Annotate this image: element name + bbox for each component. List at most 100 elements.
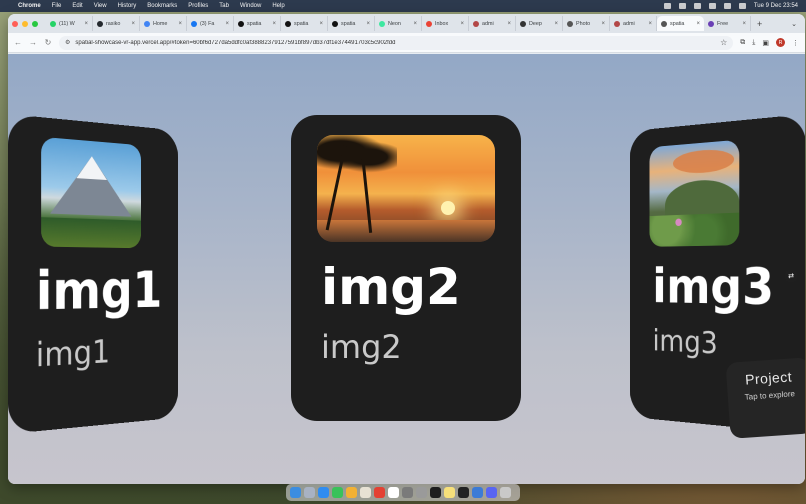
- menu-bookmarks[interactable]: Bookmarks: [147, 3, 177, 9]
- dock-safari-icon[interactable]: [318, 487, 329, 498]
- tab-strip: (11) W × rasiko × Home × (3) Fa × spatia × spatia ×…: [8, 14, 805, 33]
- tab-close-icon[interactable]: ×: [366, 21, 370, 27]
- gallery-card-img2[interactable]: img2 img2: [291, 115, 521, 421]
- browser-tab[interactable]: admi ×: [610, 16, 657, 31]
- browser-tab[interactable]: spatia ×: [657, 16, 704, 31]
- dock-trash-icon[interactable]: [500, 487, 511, 498]
- volume-icon[interactable]: [678, 3, 686, 9]
- browser-tab[interactable]: rasiko ×: [93, 16, 140, 31]
- dock-launchpad-icon[interactable]: [304, 487, 315, 498]
- menu-help[interactable]: Help: [272, 3, 284, 9]
- card-title: img3: [652, 258, 775, 318]
- extensions-icon[interactable]: ⧉: [740, 39, 745, 47]
- menu-tab[interactable]: Tab: [219, 3, 229, 9]
- project-panel[interactable]: Project Tap to explore: [725, 357, 805, 439]
- tab-close-icon[interactable]: ×: [131, 21, 135, 27]
- browser-tab[interactable]: Home ×: [140, 16, 187, 31]
- browser-menu-icon[interactable]: ⋮: [792, 39, 799, 47]
- menu-edit[interactable]: Edit: [72, 3, 82, 9]
- search-icon[interactable]: [723, 3, 731, 9]
- dock-finder-icon[interactable]: [290, 487, 301, 498]
- gallery-card-img1[interactable]: img1 img1: [8, 114, 179, 434]
- tab-label: spatia: [247, 20, 262, 27]
- back-button[interactable]: ←: [14, 38, 22, 47]
- tab-label: Neon: [388, 20, 401, 27]
- control-center-icon[interactable]: [738, 3, 746, 9]
- browser-tab[interactable]: Photo ×: [563, 16, 610, 31]
- dock-calendar-icon[interactable]: [388, 487, 399, 498]
- dock-app-icon[interactable]: [416, 487, 427, 498]
- dock-app-icon[interactable]: [486, 487, 497, 498]
- tab-search-icon[interactable]: ⌄: [791, 20, 797, 28]
- tab-groups-icon[interactable]: ▣: [762, 39, 769, 47]
- card-photo-hill: [649, 139, 740, 247]
- browser-tab[interactable]: Deep ×: [516, 16, 563, 31]
- wifi-icon[interactable]: [708, 3, 716, 9]
- tab-favicon-icon: [567, 20, 573, 27]
- forward-button[interactable]: →: [29, 38, 37, 47]
- minimize-window-button[interactable]: [22, 20, 28, 27]
- browser-tab[interactable]: Neon ×: [375, 16, 422, 31]
- tab-close-icon[interactable]: ×: [696, 21, 700, 27]
- menu-history[interactable]: History: [118, 3, 137, 9]
- download-icon[interactable]: ⤓: [752, 39, 755, 47]
- tab-close-icon[interactable]: ×: [507, 21, 511, 27]
- profile-avatar[interactable]: R: [776, 38, 785, 47]
- tab-close-icon[interactable]: ×: [460, 21, 464, 27]
- dock-chrome-icon[interactable]: [374, 487, 385, 498]
- status-app-icon[interactable]: [663, 3, 671, 9]
- tab-close-icon[interactable]: ×: [742, 21, 746, 27]
- tab-close-icon[interactable]: ×: [225, 21, 229, 27]
- browser-tab[interactable]: (11) W ×: [46, 16, 93, 31]
- side-panel-icon[interactable]: ⇄: [785, 270, 797, 282]
- dock-maps-icon[interactable]: [360, 487, 371, 498]
- dock-app-icon[interactable]: [402, 487, 413, 498]
- tab-close-icon[interactable]: ×: [601, 21, 605, 27]
- tab-close-icon[interactable]: ×: [84, 21, 88, 27]
- dock-messages-icon[interactable]: [332, 487, 343, 498]
- tab-label: Inbox: [435, 20, 449, 27]
- card-photo-sunset: [317, 135, 495, 242]
- browser-tab[interactable]: spatia ×: [234, 16, 281, 31]
- menu-app[interactable]: Chrome: [18, 3, 41, 9]
- bookmark-star-icon[interactable]: ☆: [720, 38, 727, 47]
- tab-close-icon[interactable]: ×: [319, 21, 323, 27]
- browser-tab[interactable]: spatia ×: [328, 16, 375, 31]
- tab-label: Home: [153, 20, 168, 27]
- menu-file[interactable]: File: [52, 3, 62, 9]
- close-window-button[interactable]: [12, 20, 18, 27]
- reload-button[interactable]: ↻: [44, 38, 52, 47]
- tab-favicon-icon: [50, 20, 56, 27]
- address-bar[interactable]: ⚙ spatial-showcase-vr-app.vercel.app/#to…: [59, 35, 734, 50]
- new-tab-button[interactable]: +: [757, 19, 762, 29]
- browser-tab[interactable]: spatia ×: [281, 16, 328, 31]
- dock-app-icon[interactable]: [472, 487, 483, 498]
- menu-window[interactable]: Window: [240, 3, 261, 9]
- project-subtitle: Tap to explore: [744, 389, 796, 402]
- tab-favicon-icon: [144, 20, 150, 27]
- dock-terminal-icon[interactable]: [458, 487, 469, 498]
- tab-close-icon[interactable]: ×: [272, 21, 276, 27]
- browser-tab[interactable]: Inbox ×: [422, 16, 469, 31]
- tab-favicon-icon: [191, 20, 197, 27]
- browser-tab[interactable]: Free ×: [704, 16, 751, 31]
- tab-label: Free: [717, 20, 729, 27]
- tab-close-icon[interactable]: ×: [413, 21, 417, 27]
- card-title: img1: [35, 260, 163, 323]
- tab-close-icon[interactable]: ×: [554, 21, 558, 27]
- site-info-icon[interactable]: ⚙: [65, 39, 70, 46]
- menu-view[interactable]: View: [94, 3, 107, 9]
- browser-tab[interactable]: (3) Fa ×: [187, 16, 234, 31]
- dock-notes-icon[interactable]: [444, 487, 455, 498]
- browser-tab[interactable]: admi ×: [469, 16, 516, 31]
- tab-favicon-icon: [708, 20, 714, 27]
- dock-app-icon[interactable]: [430, 487, 441, 498]
- menu-profiles[interactable]: Profiles: [188, 3, 208, 9]
- fullscreen-window-button[interactable]: [32, 20, 38, 27]
- dock-photos-icon[interactable]: [346, 487, 357, 498]
- battery-icon[interactable]: [693, 3, 701, 9]
- address-url[interactable]: spatial-showcase-vr-app.vercel.app/#toke…: [75, 40, 715, 46]
- tab-close-icon[interactable]: ×: [648, 21, 652, 27]
- tab-close-icon[interactable]: ×: [178, 21, 182, 27]
- menu-clock[interactable]: Tue 9 Dec 23:54: [754, 3, 798, 9]
